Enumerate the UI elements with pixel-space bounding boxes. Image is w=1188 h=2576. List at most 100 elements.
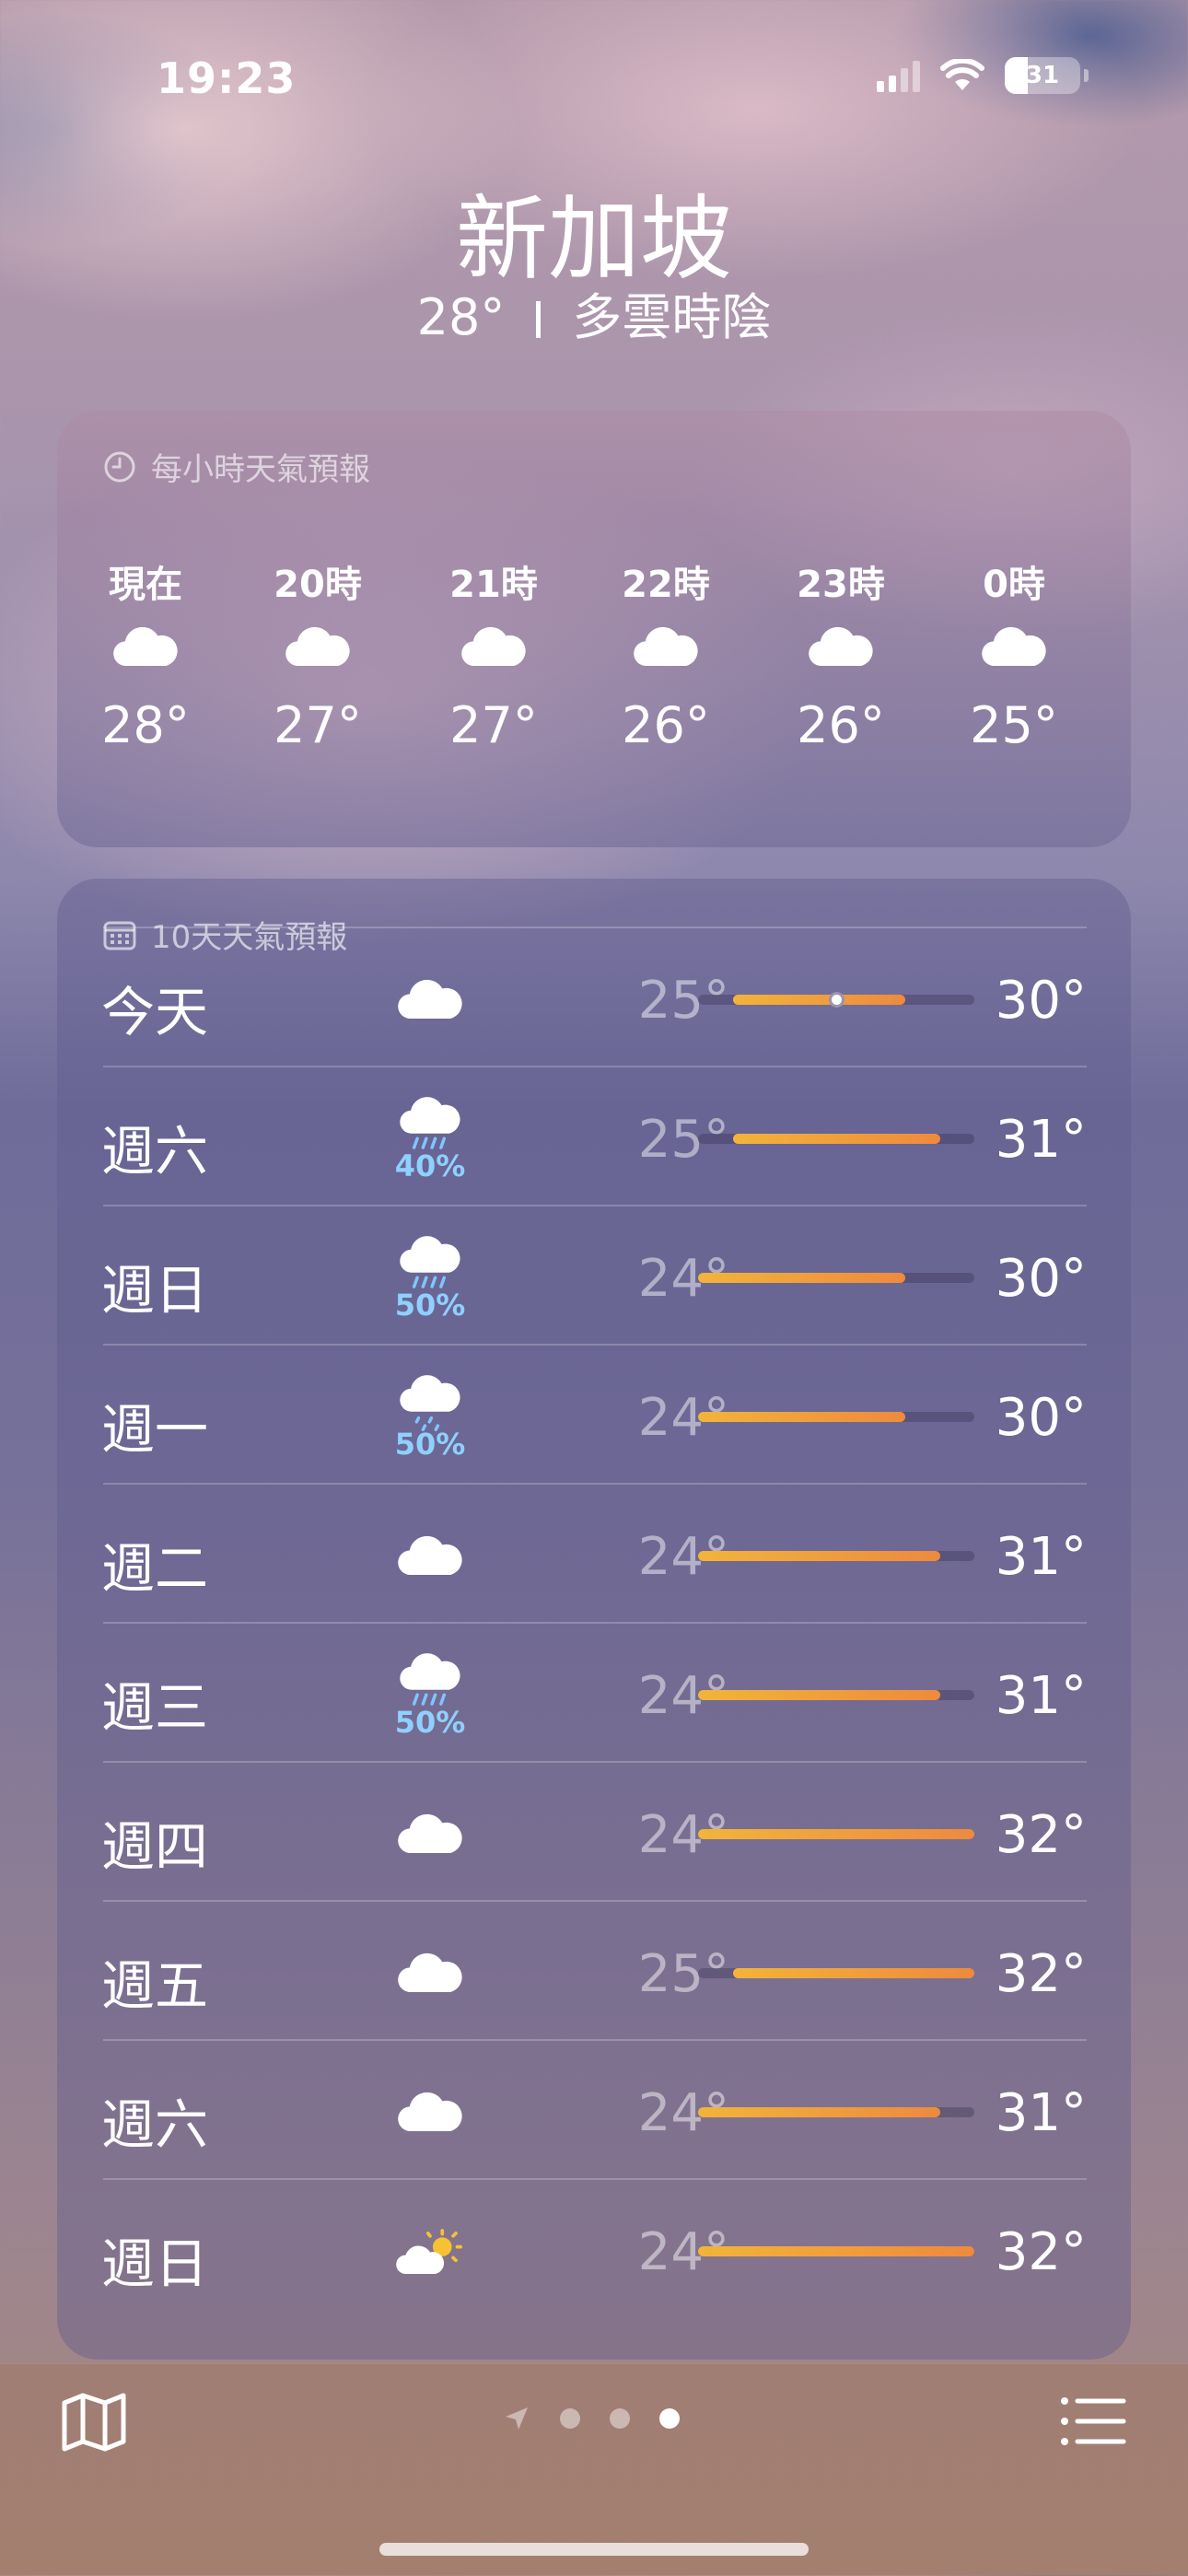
temp-range-fill xyxy=(732,1134,940,1144)
cloud-icon xyxy=(361,1501,499,1612)
day-high-temp: 31° xyxy=(995,1527,1087,1587)
hourly-item: 0時 25° xyxy=(940,554,1088,754)
day-name: 週日 xyxy=(101,2232,209,2295)
hourly-item: 22時 26° xyxy=(592,554,740,754)
page-dot[interactable] xyxy=(610,2408,630,2429)
hour-label: 22時 xyxy=(622,564,710,606)
current-summary: 28° 多雲時陰 xyxy=(0,276,1188,349)
map-icon[interactable] xyxy=(59,2390,129,2454)
hour-temp: 28° xyxy=(101,696,190,754)
cloud-icon xyxy=(592,606,740,689)
hour-temp: 26° xyxy=(622,696,710,754)
daily-row[interactable]: 週一 50% 24° 30° xyxy=(57,1346,1131,1485)
daily-row[interactable]: 週二 24° 31° xyxy=(57,1485,1131,1624)
temp-range-fill xyxy=(732,995,905,1005)
temp-range-fill xyxy=(698,1551,940,1561)
hour-label: 現在 xyxy=(109,564,182,606)
cloud-rain-icon: 40% xyxy=(361,1084,499,1195)
clock-icon xyxy=(104,451,135,482)
hour-label: 0時 xyxy=(983,564,1045,606)
cloud-icon xyxy=(361,2057,499,2168)
temp-range-bar xyxy=(698,1134,974,1144)
temp-range-fill xyxy=(698,1690,940,1700)
cloud-rain-icon: 50% xyxy=(361,1640,499,1751)
daily-row[interactable]: 今天 25° 30° xyxy=(57,928,1131,1067)
precip-probability: 40% xyxy=(394,1148,466,1183)
ten-day-forecast-card[interactable]: 10天天氣預報 今天 25° 30° 週六 40% 25° 31° 週日 50% 24° 30° 週一… xyxy=(57,879,1131,2360)
location-arrow-icon[interactable] xyxy=(503,2405,530,2432)
temp-range-bar xyxy=(698,1690,974,1700)
hourly-item: 21時 27° xyxy=(420,554,567,754)
day-high-temp: 32° xyxy=(995,2222,1087,2282)
cloud-icon xyxy=(361,1779,499,1890)
daily-row[interactable]: 週四 24° 32° xyxy=(57,1763,1131,1902)
temp-range-fill xyxy=(732,1968,974,1978)
daily-row[interactable]: 週六 24° 31° xyxy=(57,2041,1131,2180)
current-condition: 多雲時陰 xyxy=(572,288,772,346)
day-high-temp: 30° xyxy=(995,971,1087,1031)
day-name: 週三 xyxy=(101,1676,209,1739)
hour-label: 20時 xyxy=(274,564,362,606)
hourly-item: 20時 27° xyxy=(244,554,391,754)
hourly-forecast-title: 每小時天氣預報 xyxy=(151,451,370,488)
current-temp: 28° xyxy=(416,288,506,346)
hour-temp: 27° xyxy=(449,696,538,754)
cellular-signal-icon xyxy=(877,59,920,92)
day-high-temp: 31° xyxy=(995,2083,1087,2143)
day-name: 週六 xyxy=(101,1120,209,1183)
temp-range-fill xyxy=(698,2107,940,2117)
list-icon[interactable] xyxy=(1059,2394,1127,2449)
hour-temp: 27° xyxy=(274,696,362,754)
day-high-temp: 32° xyxy=(995,1805,1087,1865)
day-name: 今天 xyxy=(101,981,209,1043)
hourly-item: 現在 28° xyxy=(72,554,219,754)
daily-row[interactable]: 週日 24° 32° xyxy=(57,2180,1131,2319)
battery-tip xyxy=(1084,69,1089,82)
hourly-forecast-card[interactable]: 每小時天氣預報 現在 28° 20時 27° 21時 27° 22時 26° 23時 26° 0時 2… xyxy=(57,411,1131,847)
bottom-toolbar xyxy=(0,2363,1188,2576)
hourly-forecast-header: 每小時天氣預報 xyxy=(103,444,370,489)
daily-row[interactable]: 週三 50% 24° 31° xyxy=(57,1624,1131,1763)
temp-range-fill xyxy=(698,1273,905,1283)
temp-range-bar xyxy=(698,2246,974,2256)
day-high-temp: 31° xyxy=(995,1666,1087,1726)
temp-range-fill xyxy=(698,2246,974,2256)
cloud-sun-icon xyxy=(361,2197,499,2307)
status-icons: 31 xyxy=(877,57,1089,94)
hourly-item: 23時 26° xyxy=(767,554,914,754)
home-indicator[interactable] xyxy=(379,2543,809,2556)
temp-range-fill xyxy=(698,1829,974,1839)
current-temp-dot xyxy=(829,992,844,1008)
battery-icon: 31 xyxy=(1005,57,1080,94)
day-name: 週日 xyxy=(101,1259,209,1322)
temp-range-bar xyxy=(698,1829,974,1839)
cloud-icon xyxy=(767,606,914,689)
temp-range-bar xyxy=(698,992,974,1008)
page-dot[interactable] xyxy=(560,2408,580,2429)
cloud-rain-icon: 50% xyxy=(361,1223,499,1334)
battery-level: 31 xyxy=(1025,62,1060,89)
daily-row[interactable]: 週六 40% 25° 31° xyxy=(57,1067,1131,1206)
precip-probability: 50% xyxy=(394,1288,466,1323)
cloud-icon xyxy=(361,1918,499,2029)
cloud-icon xyxy=(420,606,567,689)
daily-row[interactable]: 週日 50% 24° 30° xyxy=(57,1206,1131,1346)
page-indicator[interactable] xyxy=(503,2405,680,2432)
day-name: 週四 xyxy=(101,1815,209,1878)
cloud-icon xyxy=(244,606,391,689)
temp-range-bar xyxy=(698,2107,974,2117)
cloud-icon xyxy=(940,606,1088,689)
cloud-drizzle-icon: 50% xyxy=(361,1362,499,1473)
cloud-icon xyxy=(361,945,499,1055)
hour-temp: 25° xyxy=(970,696,1058,754)
page-dot-active[interactable] xyxy=(659,2408,680,2429)
hour-temp: 26° xyxy=(797,696,885,754)
daily-row[interactable]: 週五 25° 32° xyxy=(57,1902,1131,2041)
temp-range-bar xyxy=(698,1551,974,1561)
day-name: 週一 xyxy=(101,1398,209,1461)
temp-range-bar xyxy=(698,1968,974,1978)
day-high-temp: 30° xyxy=(995,1249,1087,1309)
day-name: 週二 xyxy=(101,1537,209,1600)
precip-probability: 50% xyxy=(394,1427,466,1462)
day-name: 週五 xyxy=(101,1954,209,2017)
